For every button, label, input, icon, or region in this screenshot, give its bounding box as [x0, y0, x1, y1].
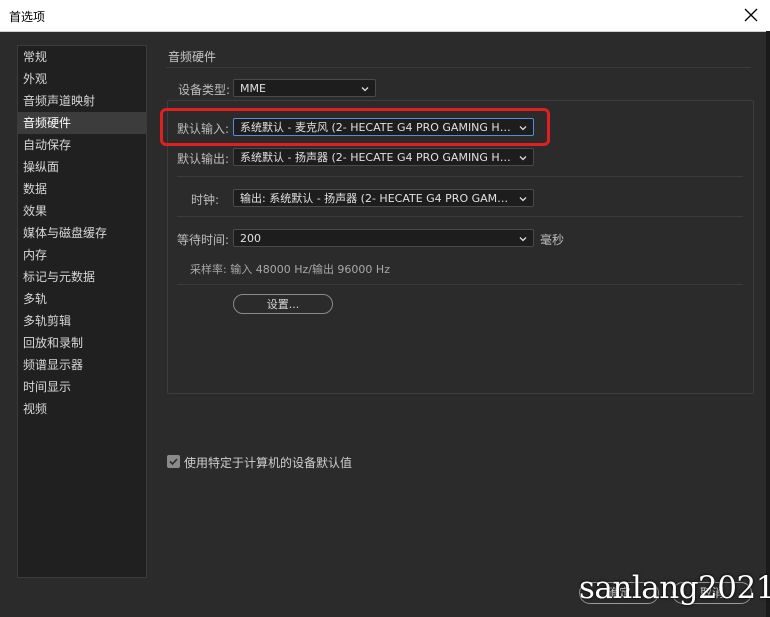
sidebar-item-multitrack-clips[interactable]: 多轨剪辑	[18, 310, 146, 332]
default-output-value: 系统默认 - 扬声器 (2- HECATE G4 PRO GAMING HEA.…	[240, 151, 511, 164]
sidebar-item-effects[interactable]: 效果	[18, 200, 146, 222]
clock-value: 输出: 系统默认 - 扬声器 (2- HECATE G4 PRO GAMING.…	[240, 192, 511, 205]
section-title: 音频硬件	[168, 50, 217, 64]
chevron-down-icon	[517, 149, 529, 165]
sidebar-item-memory[interactable]: 内存	[18, 244, 146, 266]
sample-rate-text: 采样率: 输入 48000 Hz/输出 96000 Hz	[190, 263, 390, 276]
sidebar-item-markers-metadata[interactable]: 标记与元数据	[18, 266, 146, 288]
device-type-select[interactable]: MME	[233, 79, 376, 97]
preferences-sidebar: 常规 外观 音频声道映射 音频硬件 自动保存 操纵面 数据 效果 媒体与磁盘缓存…	[17, 45, 147, 578]
use-machine-default-label: 使用特定于计算机的设备默认值	[184, 456, 353, 470]
latency-value: 200	[240, 232, 261, 245]
sidebar-item-playback-recording[interactable]: 回放和录制	[18, 332, 146, 354]
latency-select[interactable]: 200	[233, 229, 534, 247]
device-type-label: 设备类型:	[178, 83, 231, 97]
title-bar: 首选项	[0, 0, 770, 32]
sidebar-item-audio-channel-mapping[interactable]: 音频声道映射	[18, 90, 146, 112]
checkmark-icon	[169, 458, 178, 466]
device-type-value: MME	[240, 82, 266, 95]
window-edge	[766, 31, 770, 617]
default-input-highlight	[160, 108, 550, 146]
latency-unit: 毫秒	[540, 233, 565, 247]
chevron-down-icon	[517, 230, 529, 246]
settings-button[interactable]: 设置...	[233, 294, 333, 314]
section-divider	[166, 67, 751, 68]
default-output-label: 默认输出:	[177, 152, 230, 166]
window-title: 首选项	[9, 10, 46, 24]
sidebar-item-time-display[interactable]: 时间显示	[18, 376, 146, 398]
divider	[177, 216, 743, 217]
clock-select[interactable]: 输出: 系统默认 - 扬声器 (2- HECATE G4 PRO GAMING.…	[233, 189, 534, 207]
divider	[177, 284, 743, 285]
clock-label: 时钟:	[191, 193, 220, 207]
sidebar-item-media-disk-cache[interactable]: 媒体与磁盘缓存	[18, 222, 146, 244]
sidebar-item-auto-save[interactable]: 自动保存	[18, 134, 146, 156]
use-machine-default-checkbox[interactable]	[167, 455, 180, 468]
chevron-down-icon	[359, 80, 371, 96]
sidebar-item-spectral-displays[interactable]: 频谱显示器	[18, 354, 146, 376]
sidebar-item-audio-hardware[interactable]: 音频硬件	[18, 112, 146, 134]
sidebar-item-video[interactable]: 视频	[18, 398, 146, 420]
sidebar-item-control-surface[interactable]: 操纵面	[18, 156, 146, 178]
close-icon[interactable]	[740, 4, 762, 26]
divider	[177, 176, 743, 177]
watermark: sanlang2021	[579, 570, 770, 606]
latency-label: 等待时间:	[177, 233, 230, 247]
default-output-select[interactable]: 系统默认 - 扬声器 (2- HECATE G4 PRO GAMING HEA.…	[233, 148, 534, 166]
sidebar-item-appearance[interactable]: 外观	[18, 68, 146, 90]
sidebar-item-multitrack[interactable]: 多轨	[18, 288, 146, 310]
sidebar-item-general[interactable]: 常规	[18, 46, 146, 68]
sidebar-item-data[interactable]: 数据	[18, 178, 146, 200]
chevron-down-icon	[517, 190, 529, 206]
